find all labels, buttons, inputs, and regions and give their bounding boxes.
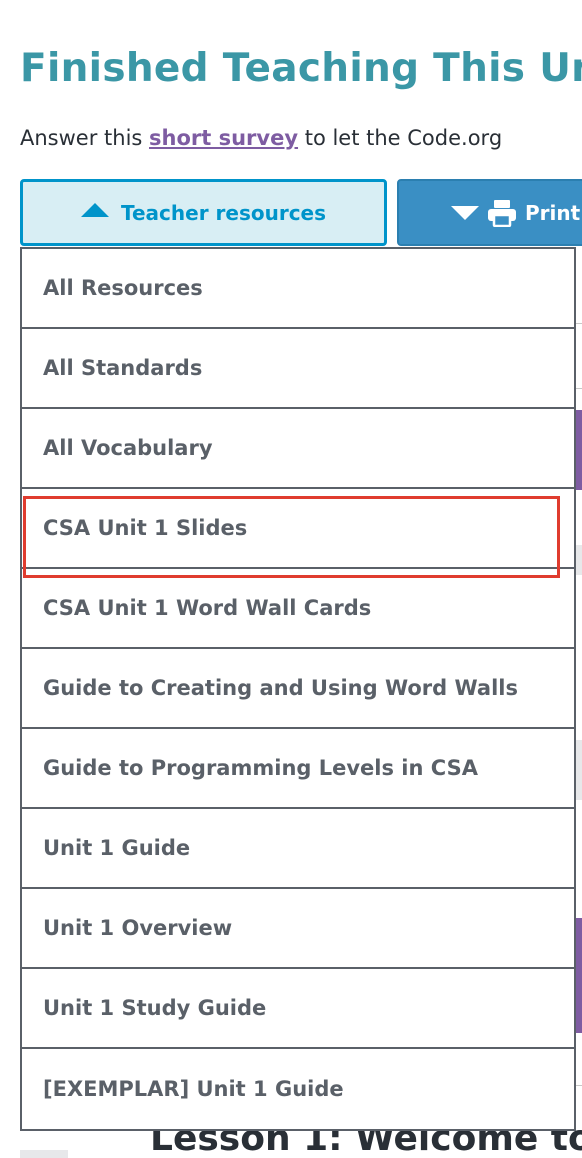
teacher-resources-button[interactable]: Teacher resources bbox=[20, 179, 387, 246]
print-button[interactable]: Print bbox=[397, 179, 582, 246]
background-panel bbox=[20, 1150, 68, 1158]
survey-prompt: Answer this short survey to let the Code… bbox=[20, 126, 502, 150]
menu-item-unit-1-study-guide[interactable]: Unit 1 Study Guide bbox=[22, 969, 574, 1049]
menu-item-word-wall-cards[interactable]: CSA Unit 1 Word Wall Cards bbox=[22, 569, 574, 649]
page: Finished Teaching This Uni Answer this s… bbox=[0, 0, 582, 1158]
print-label: Print bbox=[525, 200, 581, 225]
caret-up-icon bbox=[80, 202, 109, 217]
survey-prompt-suffix: to let the Code.org bbox=[298, 126, 503, 150]
background-divider bbox=[576, 1085, 582, 1086]
background-purple-strip bbox=[576, 410, 582, 490]
menu-item-exemplar-unit-1-guide[interactable]: [EXEMPLAR] Unit 1 Guide bbox=[22, 1049, 574, 1129]
caret-down-icon bbox=[451, 205, 479, 220]
teacher-resources-menu: All Resources All Standards All Vocabula… bbox=[20, 247, 576, 1131]
menu-item-csa-unit-1-slides[interactable]: CSA Unit 1 Slides bbox=[22, 489, 574, 569]
printer-icon bbox=[488, 199, 516, 227]
background-panel bbox=[576, 740, 582, 800]
menu-item-unit-1-overview[interactable]: Unit 1 Overview bbox=[22, 889, 574, 969]
menu-item-word-walls-guide[interactable]: Guide to Creating and Using Word Walls bbox=[22, 649, 574, 729]
short-survey-link[interactable]: short survey bbox=[149, 126, 298, 150]
background-panel bbox=[576, 545, 582, 575]
menu-item-programming-levels-guide[interactable]: Guide to Programming Levels in CSA bbox=[22, 729, 574, 809]
menu-item-all-vocabulary[interactable]: All Vocabulary bbox=[22, 409, 574, 489]
background-purple-strip bbox=[576, 918, 582, 1033]
background-divider bbox=[576, 388, 582, 389]
background-divider bbox=[576, 323, 582, 324]
menu-item-all-standards[interactable]: All Standards bbox=[22, 329, 574, 409]
page-title: Finished Teaching This Uni bbox=[20, 46, 582, 91]
survey-prompt-prefix: Answer this bbox=[20, 126, 150, 150]
teacher-resources-label: Teacher resources bbox=[120, 200, 327, 225]
menu-item-all-resources[interactable]: All Resources bbox=[22, 249, 574, 329]
menu-item-unit-1-guide[interactable]: Unit 1 Guide bbox=[22, 809, 574, 889]
